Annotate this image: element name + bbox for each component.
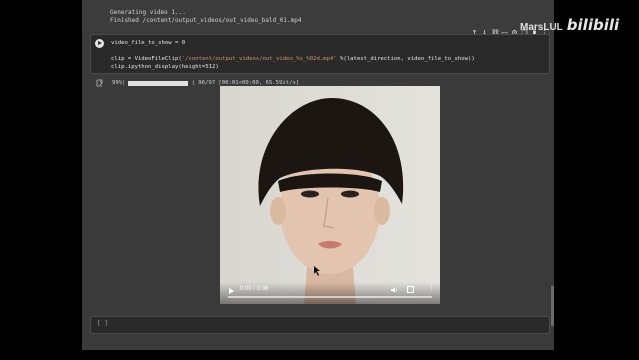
video-controls: 0:00 / 0:08 ⋮ bbox=[220, 282, 440, 304]
output-toggle-icon[interactable] bbox=[96, 79, 104, 87]
progress-bar bbox=[128, 80, 189, 86]
progress-percent: 99%| bbox=[112, 80, 126, 86]
more-options-icon[interactable]: ⋮ bbox=[428, 284, 435, 291]
play-icon[interactable] bbox=[229, 288, 234, 294]
screen: Generating video 1... Finished /content/… bbox=[0, 0, 639, 360]
bilibili-logo: bilibili bbox=[566, 16, 620, 34]
video-player[interactable]: 0:00 / 0:08 ⋮ bbox=[220, 86, 440, 304]
colab-notebook: Generating video 1... Finished /content/… bbox=[82, 0, 554, 350]
code-token: %(latest_direction, video_file_to_show)) bbox=[336, 56, 475, 62]
bilibili-watermark: MarsLUL bilibili bbox=[520, 12, 619, 34]
scrollbar[interactable] bbox=[551, 286, 554, 326]
seek-bar[interactable] bbox=[228, 296, 432, 298]
code-string: '/content/output_videos/out_video_%s_%02… bbox=[181, 56, 337, 62]
output-line: Generating video 1... bbox=[110, 9, 186, 16]
video-frame bbox=[220, 86, 440, 304]
watermark-username: MarsLUL bbox=[520, 22, 563, 33]
code-cell[interactable]: video_file_to_show = 0 clip = VideoFileC… bbox=[90, 34, 550, 74]
video-time: 0:00 / 0:08 bbox=[240, 286, 269, 292]
code-token: clip = VideoFileClip( bbox=[111, 56, 182, 62]
code-line: video_file_to_show = 0 bbox=[111, 40, 186, 46]
run-cell-button[interactable] bbox=[95, 39, 104, 48]
cell-execution-count: [ ] bbox=[97, 320, 108, 327]
code-line: clip.ipython_display(height=512) bbox=[111, 64, 219, 70]
empty-code-cell[interactable]: [ ] bbox=[90, 316, 550, 334]
code-line: clip = VideoFileClip('/content/output_vi… bbox=[111, 56, 475, 62]
progress-fill bbox=[128, 80, 188, 86]
output-line: Finished /content/output_videos/out_vide… bbox=[110, 17, 302, 24]
fullscreen-icon[interactable] bbox=[407, 286, 414, 293]
volume-icon[interactable] bbox=[390, 286, 398, 294]
